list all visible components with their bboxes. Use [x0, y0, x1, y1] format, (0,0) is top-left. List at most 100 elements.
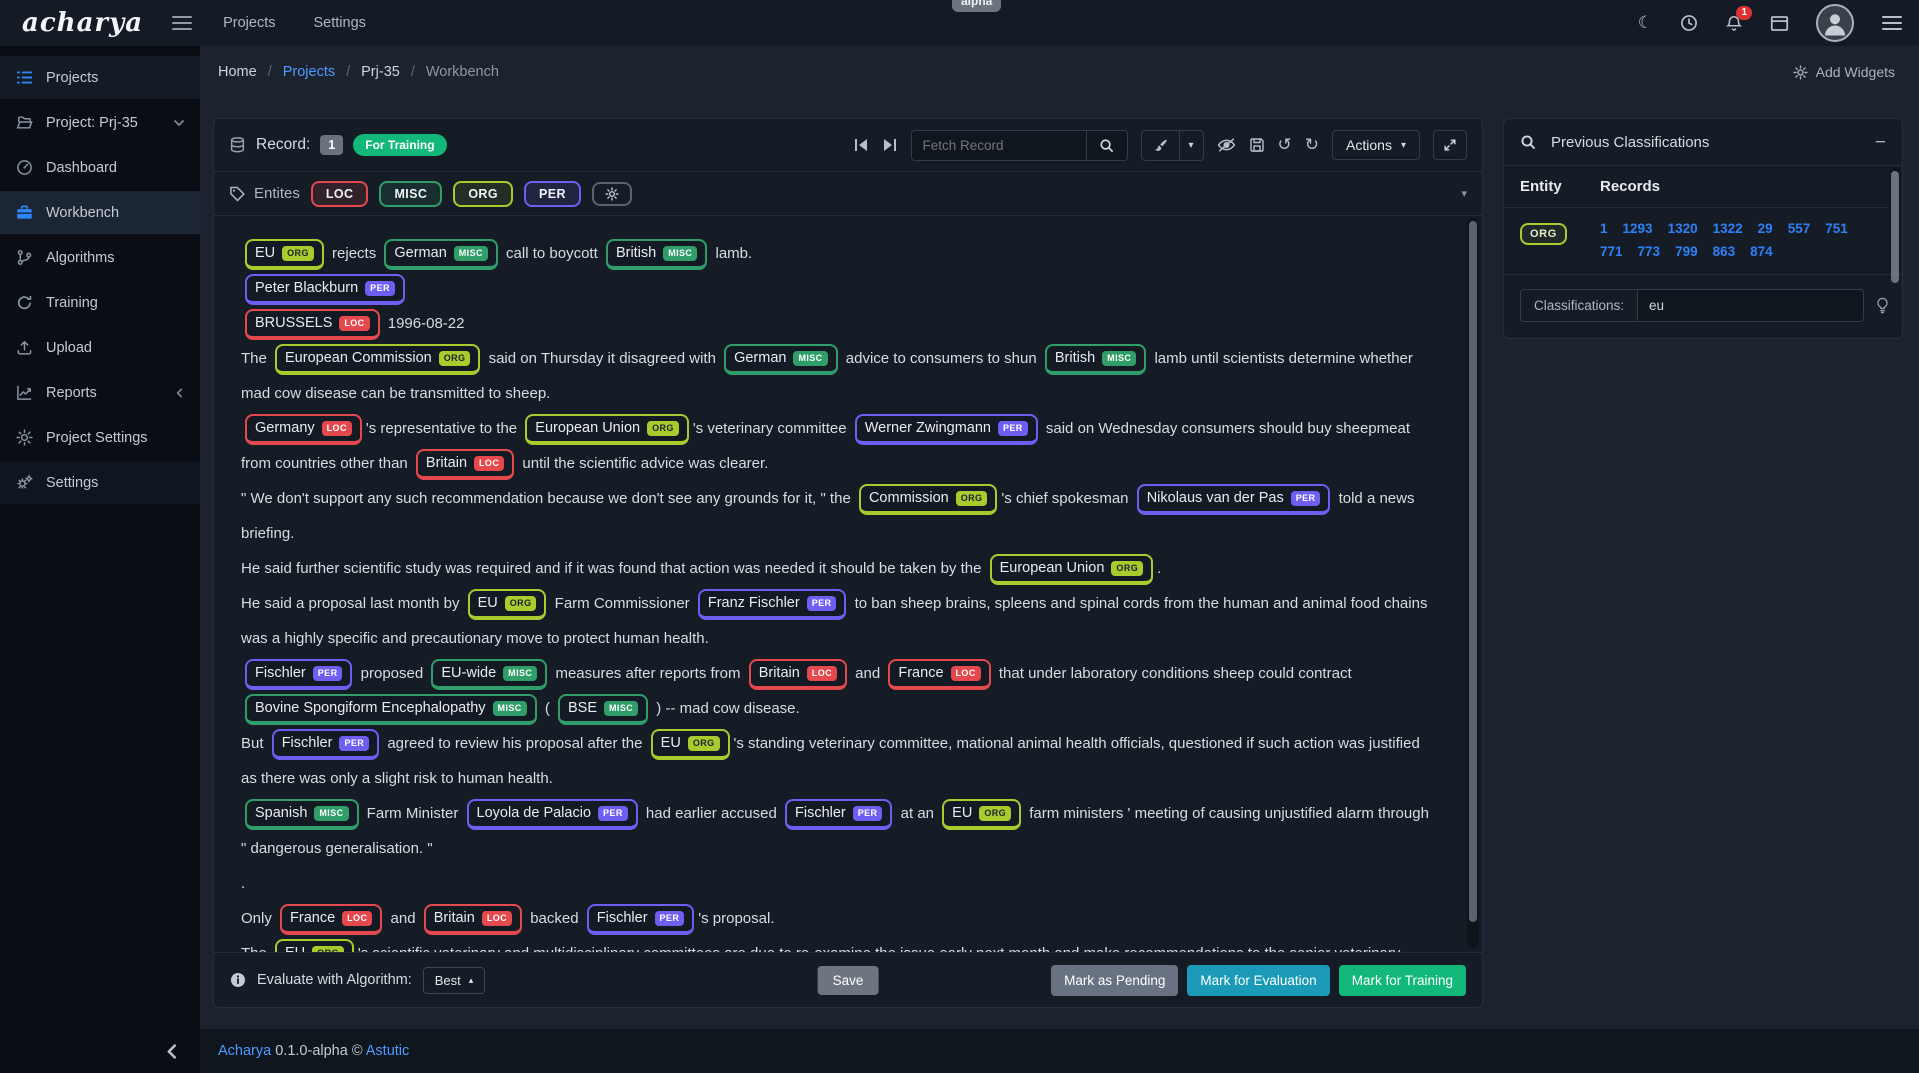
- record-link[interactable]: 29: [1758, 221, 1773, 236]
- collapse-panel-button[interactable]: −: [1875, 133, 1886, 152]
- skip-start-button[interactable]: [853, 138, 869, 152]
- entity-annotation-per[interactable]: FischlerPER: [272, 729, 379, 760]
- lightbulb-icon[interactable]: [1875, 297, 1890, 314]
- sidebar-item-settings[interactable]: Settings: [0, 461, 200, 504]
- entity-annotation-org[interactable]: EUORG: [245, 239, 324, 270]
- record-link[interactable]: 863: [1713, 244, 1736, 259]
- entity-annotation-misc[interactable]: GermanMISC: [724, 344, 838, 375]
- entity-filter-loc[interactable]: LOC: [311, 181, 369, 207]
- entities-gear-button[interactable]: [592, 182, 632, 206]
- footer-company-link[interactable]: Astutic: [366, 1043, 410, 1059]
- entity-annotation-org[interactable]: EUORG: [468, 589, 547, 620]
- brush-caret-button[interactable]: ▾: [1179, 131, 1203, 160]
- entity-annotation-per[interactable]: Loyola de PalacioPER: [467, 799, 638, 830]
- entity-annotation-org[interactable]: EUORG: [275, 939, 354, 952]
- sidebar-item-upload[interactable]: Upload: [0, 326, 200, 369]
- entity-annotation-loc[interactable]: FranceLOC: [888, 659, 990, 690]
- add-widgets-button[interactable]: Add Widgets: [1793, 64, 1895, 80]
- entity-annotation-per[interactable]: FischlerPER: [245, 659, 352, 690]
- entity-annotation-per[interactable]: FischlerPER: [587, 904, 694, 935]
- nav-link-settings[interactable]: Settings: [313, 15, 365, 31]
- breadcrumb-projects[interactable]: Projects: [283, 64, 335, 80]
- redo-button[interactable]: ↻: [1305, 135, 1319, 155]
- avatar[interactable]: [1816, 4, 1854, 42]
- entity-annotation-org[interactable]: European UnionORG: [525, 414, 689, 445]
- entity-annotation-loc[interactable]: BritainLOC: [749, 659, 847, 690]
- search-button[interactable]: [1086, 131, 1127, 160]
- record-link[interactable]: 773: [1638, 244, 1661, 259]
- entity-annotation-loc[interactable]: GermanyLOC: [245, 414, 362, 445]
- app-logo[interactable]: acharya: [22, 8, 143, 38]
- record-link[interactable]: 799: [1675, 244, 1698, 259]
- entity-annotation-per[interactable]: Nikolaus van der PasPER: [1137, 484, 1331, 515]
- sidebar-item-project-prj-35[interactable]: Project: Prj-35: [0, 101, 200, 144]
- collapse-sidebar-button[interactable]: [165, 1044, 178, 1059]
- skip-end-button[interactable]: [882, 138, 898, 152]
- entity-annotation-misc[interactable]: BritishMISC: [606, 239, 707, 270]
- expand-button[interactable]: [1433, 130, 1467, 160]
- save-button[interactable]: Save: [818, 966, 879, 995]
- actions-button[interactable]: Actions ▾: [1332, 130, 1420, 160]
- record-link[interactable]: 1322: [1713, 221, 1743, 236]
- entities-collapse-caret[interactable]: ▾: [1461, 187, 1467, 200]
- sidebar-item-workbench[interactable]: Workbench: [0, 191, 200, 234]
- sidebar-item-dashboard[interactable]: Dashboard: [0, 146, 200, 189]
- brush-button[interactable]: [1142, 131, 1179, 160]
- entity-annotation-per[interactable]: Franz FischlerPER: [698, 589, 847, 620]
- document-scrollbar-thumb[interactable]: [1469, 221, 1477, 922]
- notifications-bell-icon[interactable]: 1: [1725, 14, 1743, 33]
- algorithm-select[interactable]: Best ▴: [423, 967, 486, 994]
- entity-filter-misc[interactable]: MISC: [379, 181, 442, 207]
- hamburger-menu-icon[interactable]: [171, 14, 193, 32]
- entity-annotation-per[interactable]: Peter BlackburnPER: [245, 274, 405, 305]
- dark-mode-moon-icon[interactable]: ☾: [1638, 13, 1653, 33]
- entity-annotation-misc[interactable]: BritishMISC: [1045, 344, 1146, 375]
- sidebar-item-projects[interactable]: Projects: [0, 56, 200, 99]
- record-link[interactable]: 771: [1600, 244, 1623, 259]
- record-link[interactable]: 1293: [1623, 221, 1653, 236]
- entity-annotation-org[interactable]: European CommissionORG: [275, 344, 480, 375]
- sidebar-item-training[interactable]: Training: [0, 281, 200, 324]
- entity-annotation-per[interactable]: FischlerPER: [785, 799, 892, 830]
- entity-annotation-org[interactable]: European UnionORG: [990, 554, 1154, 585]
- entity-filter-per[interactable]: PER: [524, 181, 581, 207]
- entity-annotation-loc[interactable]: BritainLOC: [424, 904, 522, 935]
- mark-pending-button[interactable]: Mark as Pending: [1051, 965, 1178, 996]
- record-link[interactable]: 1320: [1668, 221, 1698, 236]
- menu-icon[interactable]: [1881, 15, 1903, 31]
- entity-annotation-loc[interactable]: BRUSSELSLOC: [245, 309, 380, 340]
- entity-annotation-org[interactable]: EUORG: [651, 729, 730, 760]
- sidebar-item-algorithms[interactable]: Algorithms: [0, 236, 200, 279]
- entity-annotation-misc[interactable]: SpanishMISC: [245, 799, 359, 830]
- breadcrumb-prj-35[interactable]: Prj-35: [361, 64, 400, 80]
- breadcrumb-home[interactable]: Home: [218, 64, 257, 80]
- window-layout-icon[interactable]: [1770, 15, 1789, 32]
- entity-filter-org[interactable]: ORG: [453, 181, 513, 207]
- entity-annotation-misc[interactable]: Bovine Spongiform EncephalopathyMISC: [245, 694, 537, 725]
- nav-link-projects[interactable]: Projects: [223, 15, 275, 31]
- entity-annotation-per[interactable]: Werner ZwingmannPER: [855, 414, 1038, 445]
- entity-annotation-misc[interactable]: GermanMISC: [384, 239, 498, 270]
- record-link[interactable]: 874: [1750, 244, 1773, 259]
- record-link[interactable]: 1: [1600, 221, 1608, 236]
- record-link[interactable]: 751: [1825, 221, 1848, 236]
- mark-evaluation-button[interactable]: Mark for Evaluation: [1187, 965, 1329, 996]
- entity-annotation-org[interactable]: CommissionORG: [859, 484, 997, 515]
- undo-button[interactable]: ↺: [1278, 135, 1292, 155]
- fetch-record-input[interactable]: [912, 131, 1086, 160]
- entity-annotation-misc[interactable]: BSEMISC: [558, 694, 648, 725]
- entity-annotation-org[interactable]: EUORG: [942, 799, 1021, 830]
- eye-slash-button[interactable]: [1217, 137, 1236, 153]
- mark-training-button[interactable]: Mark for Training: [1339, 965, 1466, 996]
- classifications-input[interactable]: [1638, 290, 1863, 321]
- footer-app-link[interactable]: Acharya: [218, 1043, 271, 1059]
- save-icon-button[interactable]: [1249, 137, 1265, 153]
- entity-annotation-loc[interactable]: FranceLOC: [280, 904, 382, 935]
- record-link[interactable]: 557: [1788, 221, 1811, 236]
- entity-annotation-loc[interactable]: BritainLOC: [416, 449, 514, 480]
- entity-annotation-misc[interactable]: EU-wideMISC: [431, 659, 547, 690]
- sidebar-item-reports[interactable]: Reports: [0, 371, 200, 414]
- sidebar-item-project-settings[interactable]: Project Settings: [0, 416, 200, 459]
- panel-scrollbar-thumb[interactable]: [1891, 171, 1899, 283]
- clock-icon[interactable]: [1680, 14, 1698, 32]
